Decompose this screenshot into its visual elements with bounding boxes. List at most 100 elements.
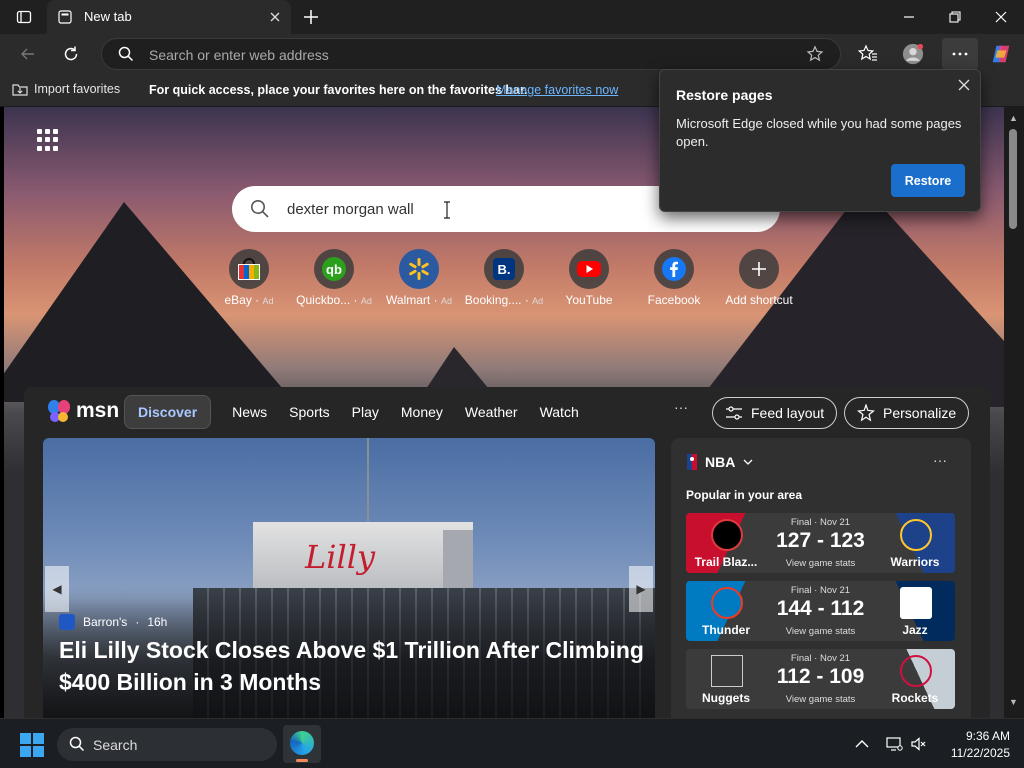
away-team-name: Rockets: [891, 691, 939, 705]
taskbar-search-box[interactable]: Search: [57, 728, 277, 761]
view-game-stats-link[interactable]: View game stats: [766, 626, 875, 637]
view-game-stats-link[interactable]: View game stats: [766, 558, 875, 569]
restore-message: Microsoft Edge closed while you had some…: [676, 116, 962, 149]
app-launcher-icon[interactable]: [37, 129, 59, 151]
minimize-icon[interactable]: [900, 8, 918, 26]
search-icon: [251, 200, 269, 218]
feed-layout-button[interactable]: Feed layout: [712, 397, 838, 429]
manage-favorites-link[interactable]: Manage favorites now: [496, 83, 618, 97]
tab-sports[interactable]: Sports: [278, 395, 340, 429]
tab-new-tab[interactable]: New tab: [47, 0, 291, 34]
plus-icon: [752, 262, 766, 276]
windows-start-icon[interactable]: [20, 733, 44, 757]
svg-text:B.: B.: [498, 262, 511, 277]
shortcut-booking[interactable]: B. Booking.... · Ad: [464, 249, 544, 307]
article-age: 16h: [147, 615, 168, 629]
nuggets-logo-icon: [711, 655, 743, 687]
tab-news[interactable]: News: [221, 395, 278, 429]
favorite-star-icon[interactable]: [806, 45, 824, 63]
restore-title: Restore pages: [676, 87, 773, 103]
team-away: Warriors: [875, 513, 955, 573]
tab-actions-icon[interactable]: [10, 6, 38, 28]
scroll-down-icon[interactable]: ▼: [1009, 697, 1018, 707]
scroll-up-icon[interactable]: ▲: [1009, 113, 1018, 123]
ad-badge: Ad: [532, 296, 544, 306]
view-game-stats-link[interactable]: View game stats: [766, 694, 875, 705]
shortcut-ebay[interactable]: eBay · Ad: [209, 249, 289, 307]
settings-more-icon[interactable]: [942, 38, 978, 70]
edge-logo-icon: [290, 731, 314, 755]
feed-layout-label: Feed layout: [751, 405, 825, 421]
sparkle-icon: [857, 404, 875, 422]
text-cursor-icon: [444, 201, 450, 219]
shortcut-youtube[interactable]: YouTube: [549, 249, 629, 307]
hero-headline[interactable]: Eli Lilly Stock Closes Above $1 Trillion…: [59, 634, 649, 698]
game-card[interactable]: Thunder Final · Nov 21 144 - 112 View ga…: [686, 581, 955, 641]
shortcut-quickbooks[interactable]: qb Quickbo... · Ad: [294, 249, 374, 307]
add-shortcut-button[interactable]: Add shortcut: [719, 249, 799, 307]
close-window-icon[interactable]: [992, 8, 1010, 26]
browser-toolbar: Search or enter web address: [0, 34, 1024, 74]
sliders-icon: [726, 406, 742, 420]
game-status: Final · Nov 21: [790, 585, 851, 596]
back-arrow-icon[interactable]: [17, 43, 39, 65]
search-query[interactable]: dexter morgan wall: [287, 201, 414, 218]
page-scrollbar[interactable]: ▲ ▼: [1004, 107, 1024, 718]
tab-watch[interactable]: Watch: [529, 395, 590, 429]
clock-date: 11/22/2025: [950, 746, 1010, 760]
address-input-placeholder[interactable]: Search or enter web address: [149, 47, 329, 63]
system-clock[interactable]: 9:36 AM 11/22/2025: [930, 728, 1010, 762]
popular-heading: Popular in your area: [686, 488, 803, 502]
antenna: [367, 438, 369, 524]
scrollbar-thumb[interactable]: [1009, 129, 1017, 229]
feed-more-button[interactable]: ···: [674, 399, 688, 415]
import-favorites-button[interactable]: Import favorites: [12, 82, 120, 96]
game-score: 127 - 123: [776, 529, 865, 552]
shortcuts-row: eBay · Ad qb Quickbo... · Ad Walmart · A…: [224, 249, 804, 309]
quickbooks-icon: qb: [322, 257, 346, 281]
personalize-button[interactable]: Personalize: [844, 397, 970, 429]
favorites-hint: For quick access, place your favorites h…: [149, 83, 528, 97]
title-bar: New tab: [0, 0, 1024, 34]
jazz-logo-icon: [900, 587, 932, 619]
team-home: Thunder: [686, 581, 766, 641]
ad-badge: Ad: [262, 296, 274, 306]
game-card[interactable]: Trail Blaz... Final · Nov 21 127 - 123 V…: [686, 513, 955, 573]
profile-avatar-icon[interactable]: [902, 43, 924, 65]
nba-more-button[interactable]: ···: [933, 452, 947, 468]
nba-header[interactable]: NBA: [687, 454, 753, 470]
tab-discover[interactable]: Discover: [124, 395, 212, 429]
shortcut-walmart[interactable]: Walmart · Ad: [379, 249, 459, 307]
favorites-icon[interactable]: [857, 43, 879, 65]
carousel-prev-icon[interactable]: ◀: [45, 566, 69, 612]
restore-window-icon[interactable]: [946, 8, 964, 26]
msn-logo[interactable]: msn: [46, 399, 119, 423]
address-bar[interactable]: Search or enter web address: [101, 38, 841, 70]
shortcut-label: eBay: [224, 293, 252, 307]
tab-play[interactable]: Play: [341, 395, 390, 429]
refresh-icon[interactable]: [60, 43, 82, 65]
restore-button[interactable]: Restore: [891, 164, 965, 197]
game-card[interactable]: Nuggets Final · Nov 21 112 - 109 View ga…: [686, 649, 955, 709]
taskbar-edge-app[interactable]: [283, 725, 321, 763]
volume-muted-icon[interactable]: [910, 735, 928, 753]
tab-weather[interactable]: Weather: [454, 395, 529, 429]
hero-news-card[interactable]: Lilly ◀ ▶ Barron's · 16h Eli Lilly Stock…: [43, 438, 655, 718]
close-tab-icon[interactable]: [267, 9, 283, 25]
copilot-icon[interactable]: [990, 43, 1012, 65]
chevron-up-icon[interactable]: [853, 735, 871, 753]
booking-icon: B.: [493, 258, 515, 280]
facebook-icon: [662, 257, 686, 281]
carousel-next-icon[interactable]: ▶: [629, 566, 653, 612]
game-status: Final · Nov 21: [790, 653, 851, 664]
search-icon: [118, 46, 134, 62]
msn-nav: Discover News Sports Play Money Weather …: [124, 395, 590, 429]
network-icon[interactable]: [885, 735, 903, 753]
game-score: 112 - 109: [776, 665, 865, 688]
home-team-name: Trail Blaz...: [694, 555, 758, 569]
shortcut-label: Facebook: [647, 293, 701, 307]
close-icon[interactable]: [956, 77, 972, 93]
new-tab-plus-icon[interactable]: [302, 8, 320, 26]
shortcut-facebook[interactable]: Facebook: [634, 249, 714, 307]
tab-money[interactable]: Money: [390, 395, 454, 429]
